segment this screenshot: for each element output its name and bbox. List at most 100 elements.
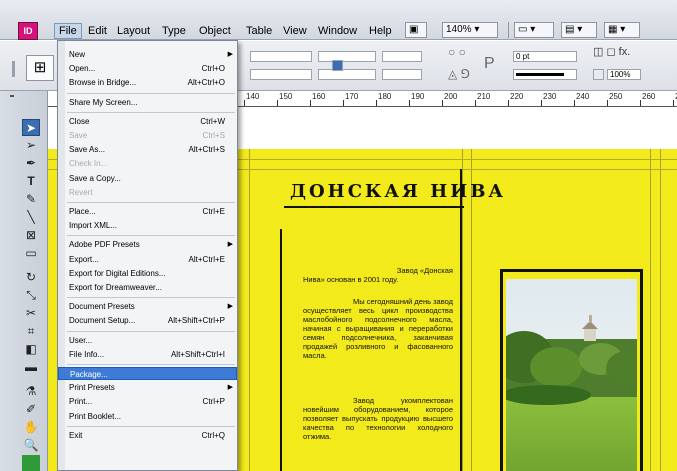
ruler-number: 150 bbox=[279, 92, 293, 101]
reference-point-icon[interactable]: ⊞ bbox=[26, 55, 54, 81]
width-field[interactable] bbox=[318, 51, 376, 62]
note-tool-icon[interactable]: ▬ bbox=[22, 359, 40, 376]
menu-item-revert[interactable]: Revert bbox=[58, 186, 237, 199]
selection-tool-icon[interactable]: ➤ bbox=[22, 119, 40, 136]
menu-item-adobe-pdf-presets[interactable]: Adobe PDF Presets ▶ bbox=[58, 238, 237, 251]
ruler-tick bbox=[508, 100, 509, 106]
pencil-tool-icon[interactable]: ✎ bbox=[22, 191, 40, 208]
menu-item-place[interactable]: Place... Ctrl+E bbox=[58, 205, 237, 218]
fx-effects-button[interactable]: ◫ ◻ fx. bbox=[593, 45, 630, 58]
menu-item-print-presets[interactable]: Print Presets ▶ bbox=[58, 381, 237, 394]
landscape-photo[interactable] bbox=[506, 279, 637, 471]
ruler-tick bbox=[244, 100, 245, 106]
menu-item-new[interactable]: New ▶ bbox=[58, 48, 237, 61]
menu-item-label: Place... bbox=[69, 207, 96, 216]
menu-item-import-xml[interactable]: Import XML... bbox=[58, 219, 237, 232]
stroke-type-dropdown[interactable] bbox=[513, 69, 577, 80]
menu-item-print-booklet[interactable]: Print Booklet... bbox=[58, 410, 237, 423]
x-position-field[interactable] bbox=[250, 51, 312, 62]
tools-panel: ➤ ➢ ✒ T ✎ ╲ ⊠ ▭ ↻ ⤡ ✂ ⌗ ◧ ▬ ⚗ ✐ ✋ 🔍 bbox=[0, 91, 48, 471]
menu-item-exit[interactable]: Exit Ctrl+Q bbox=[58, 429, 237, 442]
paragraph-intro-line2[interactable]: Нива» основан в 2001 году. bbox=[303, 275, 453, 284]
menu-item-document-setup[interactable]: Document Setup... Alt+Shift+Ctrl+P bbox=[58, 314, 237, 327]
shear-icon[interactable]: ◬ ⅁ bbox=[448, 67, 470, 81]
menu-item-package[interactable]: Package... bbox=[58, 367, 237, 380]
menu-item-export-for-digital-editions[interactable]: Export for Digital Editions... bbox=[58, 267, 237, 280]
menu-window[interactable]: Window bbox=[314, 24, 361, 38]
menu-item-check-in[interactable]: Check In... bbox=[58, 157, 237, 170]
menu-table[interactable]: Table bbox=[242, 24, 276, 38]
rotate-icon[interactable]: ○ ○ bbox=[448, 45, 466, 59]
measure-tool-icon[interactable]: ✐ bbox=[22, 401, 40, 418]
paragraph-intro-line1[interactable]: Завод «Донская bbox=[303, 266, 453, 275]
document-heading[interactable]: ДОНСКАЯ НИВА bbox=[290, 181, 506, 202]
menu-item-save[interactable]: Save Ctrl+S bbox=[58, 129, 237, 142]
menu-item-save-as[interactable]: Save As... Alt+Ctrl+S bbox=[58, 143, 237, 156]
eyedropper-tool-icon[interactable]: ⚗ bbox=[22, 383, 40, 400]
menu-item-label: Export... bbox=[69, 254, 99, 264]
menu-item-file-info[interactable]: File Info... Alt+Shift+Ctrl+I bbox=[58, 348, 237, 361]
menu-edit[interactable]: Edit bbox=[84, 24, 111, 38]
opacity-value: 100% bbox=[610, 70, 631, 79]
menu-help[interactable]: Help bbox=[365, 24, 396, 38]
gradient-tool-icon[interactable]: ◧ bbox=[22, 341, 40, 358]
column-rule-right bbox=[460, 169, 462, 471]
ruler-number: 240 bbox=[576, 92, 590, 101]
menu-item-export[interactable]: Export... Alt+Ctrl+E bbox=[58, 253, 237, 266]
menu-item-close[interactable]: Close Ctrl+W bbox=[58, 115, 237, 128]
menu-item-document-presets[interactable]: Document Presets ▶ bbox=[58, 300, 237, 313]
menu-type[interactable]: Type bbox=[158, 24, 190, 38]
stroke-swatch-icon[interactable] bbox=[593, 69, 604, 80]
tools-panel-grip[interactable] bbox=[10, 95, 14, 97]
indesign-app-icon[interactable]: ID bbox=[18, 22, 38, 40]
pen-tool-icon[interactable]: ✒ bbox=[22, 155, 40, 172]
menu-file[interactable]: File bbox=[54, 23, 82, 39]
ruler-number: 210 bbox=[477, 92, 491, 101]
scale-y-field[interactable] bbox=[382, 69, 422, 80]
menu-view[interactable]: View bbox=[279, 24, 311, 38]
free-transform-tool-icon[interactable]: ⌗ bbox=[22, 323, 40, 340]
menu-item-export-for-dreamweaver[interactable]: Export for Dreamweaver... bbox=[58, 281, 237, 294]
control-panel-grip[interactable] bbox=[12, 61, 15, 77]
menu-item-share-my-screen[interactable]: Share My Screen... bbox=[58, 96, 237, 109]
opacity-field[interactable]: 100% bbox=[607, 69, 641, 80]
line-tool-icon[interactable]: ╲ bbox=[22, 209, 40, 226]
type-tool-icon[interactable]: T bbox=[22, 173, 40, 190]
zoom-tool-icon[interactable]: 🔍 bbox=[22, 437, 40, 454]
menu-item-save-a-copy[interactable]: Save a Copy... bbox=[58, 172, 237, 185]
scale-x-field[interactable] bbox=[382, 51, 422, 62]
y-position-field[interactable] bbox=[250, 69, 312, 80]
menu-object[interactable]: Object bbox=[195, 24, 235, 38]
submenu-arrow-icon: ▶ bbox=[227, 384, 233, 392]
view-options-button[interactable]: ▭ ▾ bbox=[514, 22, 554, 38]
menu-item-shortcut: Alt+Shift+Ctrl+P bbox=[167, 316, 225, 326]
height-field[interactable] bbox=[318, 69, 376, 80]
menu-item-open[interactable]: Open... Ctrl+O bbox=[58, 62, 237, 75]
fill-stroke-swatch-icon[interactable] bbox=[22, 455, 40, 471]
scale-tool-icon[interactable]: ⤡ bbox=[22, 287, 40, 304]
menu-item-user[interactable]: User... bbox=[58, 334, 237, 347]
arrange-documents-button[interactable]: ▦ ▾ bbox=[604, 22, 640, 38]
paragraph-production[interactable]: Мы сегодняшний день завод осуществляет в… bbox=[303, 297, 453, 360]
scissors-tool-icon[interactable]: ✂ bbox=[22, 305, 40, 322]
paragraph-equipment[interactable]: Завод укомплектован новейшим оборудовани… bbox=[303, 396, 453, 441]
stroke-weight-field[interactable]: 0 pt bbox=[513, 51, 577, 62]
bridge-button[interactable]: ▣ bbox=[405, 22, 427, 38]
menu-item-browse-in-bridge[interactable]: Browse in Bridge... Alt+Ctrl+O bbox=[58, 76, 237, 89]
zoom-level-dropdown[interactable]: 140% ▾ bbox=[442, 22, 498, 38]
constrain-proportions-icon[interactable] bbox=[332, 60, 343, 71]
rectangle-frame-tool-icon[interactable]: ⊠ bbox=[22, 227, 40, 244]
rectangle-tool-icon[interactable]: ▭ bbox=[22, 245, 40, 262]
direct-selection-tool-icon[interactable]: ➢ bbox=[22, 137, 40, 154]
menu-item-label: Revert bbox=[69, 187, 93, 197]
rotate-tool-icon[interactable]: ↻ bbox=[22, 269, 40, 286]
zoom-level-value: 140% bbox=[446, 24, 472, 35]
menu-item-print[interactable]: Print... Ctrl+P bbox=[58, 395, 237, 408]
menu-layout[interactable]: Layout bbox=[113, 24, 154, 38]
screen-mode-button[interactable]: ▤ ▾ bbox=[561, 22, 597, 38]
menu-item-label: Print... bbox=[69, 397, 93, 407]
hand-tool-icon[interactable]: ✋ bbox=[22, 419, 40, 436]
ruler-number: 260 bbox=[642, 92, 656, 101]
menu-separator bbox=[67, 235, 235, 237]
ruler-number: 190 bbox=[411, 92, 425, 101]
